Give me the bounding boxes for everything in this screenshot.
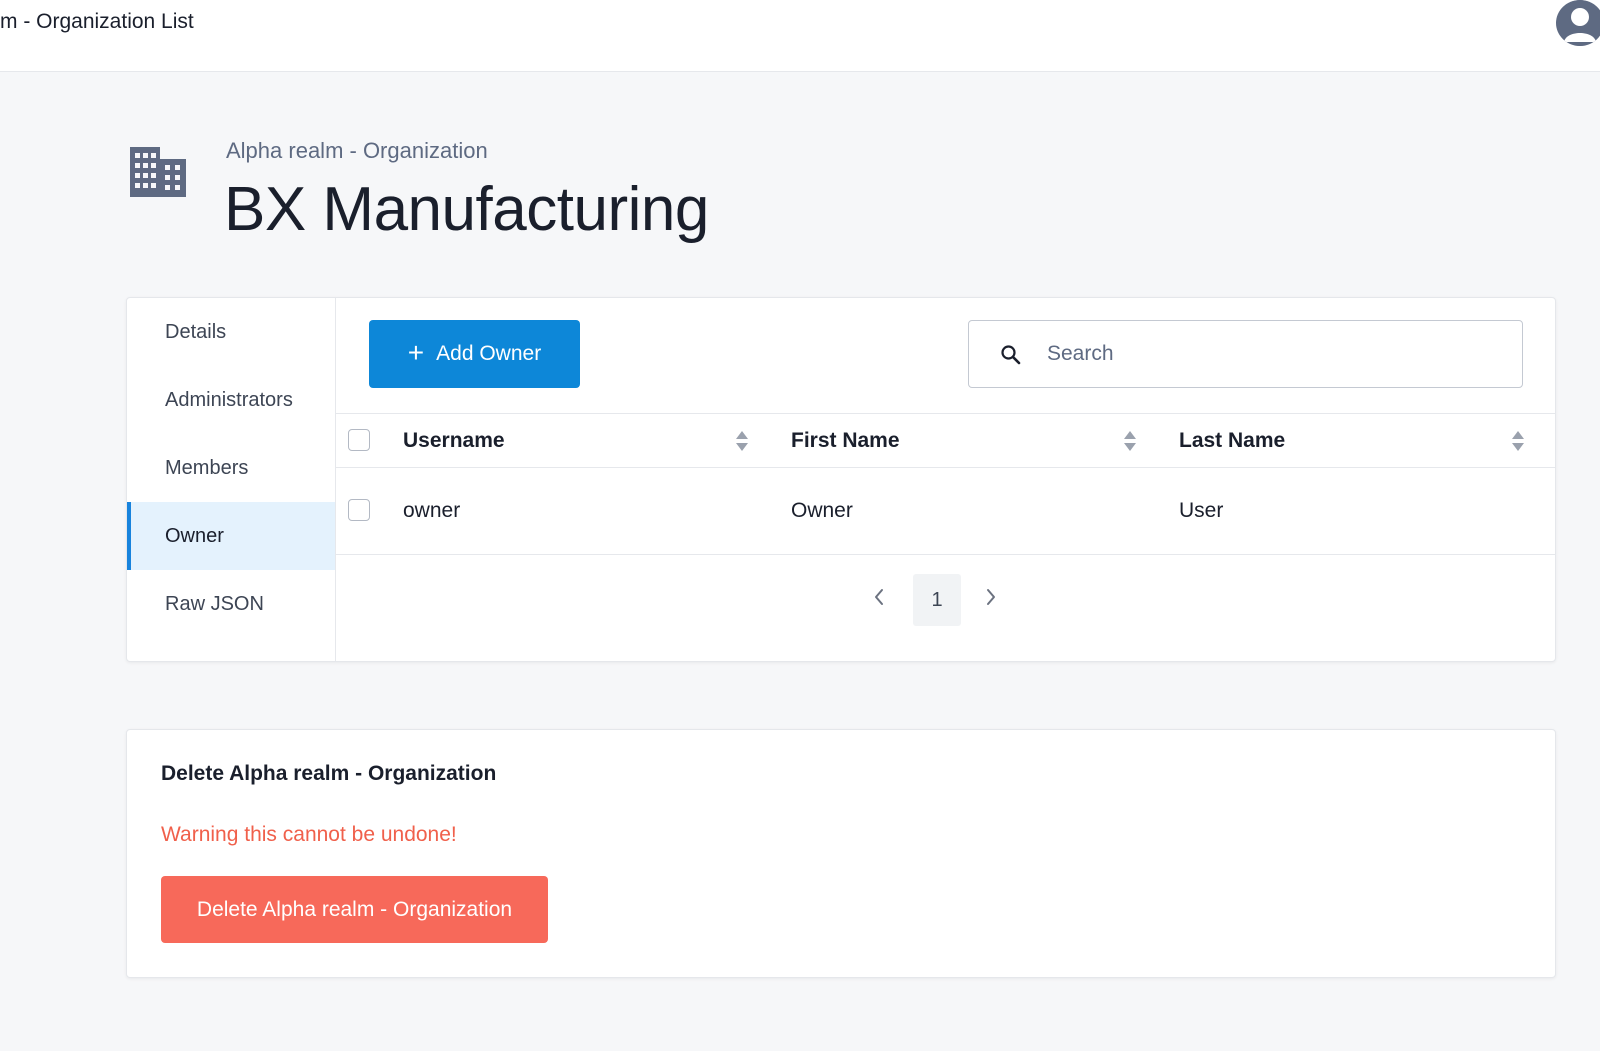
cell-first-name: Owner xyxy=(791,499,853,522)
pagination-page[interactable]: 1 xyxy=(913,574,961,626)
nav-item-details[interactable]: Details xyxy=(127,298,335,366)
user-avatar-icon[interactable] xyxy=(1556,0,1600,46)
select-all-checkbox[interactable] xyxy=(348,429,370,451)
owner-card: Details Administrators Members Owner Raw… xyxy=(126,297,1556,662)
table-header: Username First Name Last Name xyxy=(336,413,1555,468)
cell-last-name: User xyxy=(1179,499,1224,522)
chevron-right-icon[interactable] xyxy=(982,585,1000,609)
delete-warning: Warning this cannot be undone! xyxy=(161,823,457,846)
search-icon xyxy=(1001,345,1021,365)
delete-card-title: Delete Alpha realm - Organization xyxy=(161,762,497,785)
delete-card: Delete Alpha realm - Organization Warnin… xyxy=(126,729,1556,978)
search-box[interactable] xyxy=(968,320,1523,388)
sort-icon[interactable] xyxy=(735,430,749,452)
sort-icon[interactable] xyxy=(1511,430,1525,452)
page-title: BX Manufacturing xyxy=(224,175,709,244)
column-header-first-name[interactable]: First Name xyxy=(791,414,900,467)
breadcrumb-title[interactable]: m - Organization List xyxy=(0,10,194,34)
nav-item-members[interactable]: Members xyxy=(127,434,335,502)
column-header-last-name[interactable]: Last Name xyxy=(1179,414,1285,467)
nav-item-raw-json[interactable]: Raw JSON xyxy=(127,570,335,638)
plus-icon: + xyxy=(407,337,425,368)
chevron-left-icon[interactable] xyxy=(870,585,888,609)
add-owner-button[interactable]: + Add Owner xyxy=(369,320,580,388)
nav-item-owner[interactable]: Owner xyxy=(127,502,335,570)
sort-icon[interactable] xyxy=(1123,430,1137,452)
add-owner-label: Add Owner xyxy=(436,342,542,365)
building-icon xyxy=(130,147,188,199)
cell-username: owner xyxy=(403,499,461,522)
owner-content: + Add Owner Username First Name Last Nam… xyxy=(336,298,1555,661)
row-checkbox[interactable] xyxy=(348,499,370,521)
column-header-username[interactable]: Username xyxy=(403,414,505,467)
top-bar: m - Organization List xyxy=(0,0,1600,72)
table-row[interactable]: owner Owner User xyxy=(336,468,1555,555)
nav-item-administrators[interactable]: Administrators xyxy=(127,366,335,434)
org-subtitle: Alpha realm - Organization xyxy=(226,138,488,163)
side-nav: Details Administrators Members Owner Raw… xyxy=(127,298,336,661)
delete-organization-button[interactable]: Delete Alpha realm - Organization xyxy=(161,876,548,943)
search-input[interactable] xyxy=(1047,321,1507,387)
